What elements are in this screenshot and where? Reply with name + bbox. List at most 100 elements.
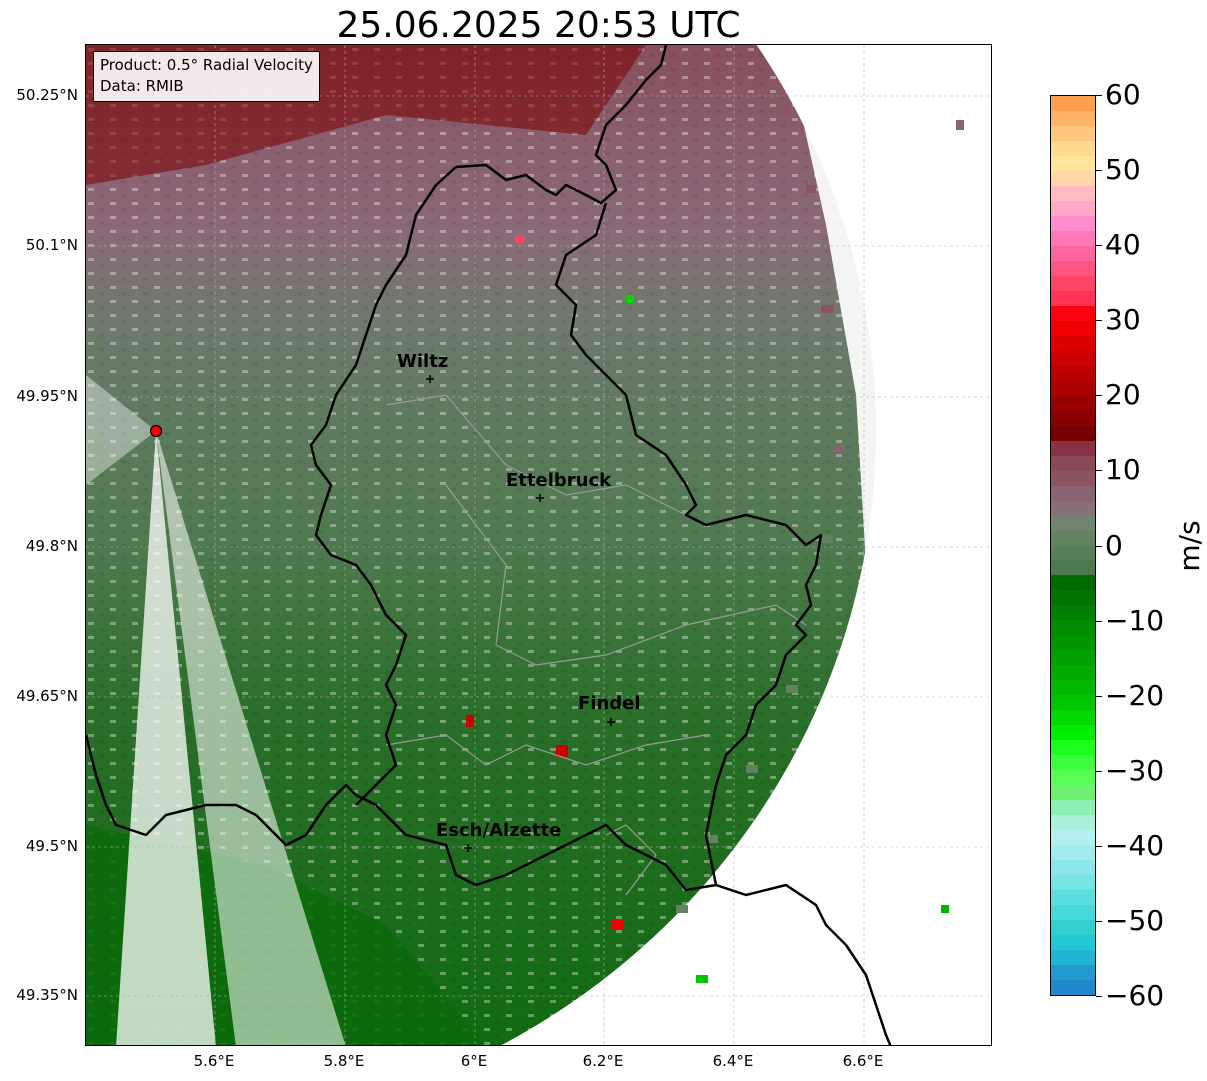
colorbar-tick-label: 40 <box>1105 228 1141 262</box>
colorbar-tick-mark <box>1096 170 1102 172</box>
colorbar-segment <box>1051 140 1095 157</box>
colorbar-segment <box>1051 470 1095 487</box>
colorbar-tick-label: 50 <box>1105 153 1141 187</box>
colorbar-tick-label: −40 <box>1105 828 1165 862</box>
colorbar-tick-label: 20 <box>1105 378 1141 412</box>
colorbar-segment <box>1051 155 1095 172</box>
colorbar-segment <box>1051 665 1095 681</box>
colorbar-segment <box>1051 170 1095 187</box>
colorbar-tick-mark <box>1096 920 1102 922</box>
colorbar-segment <box>1051 905 1095 921</box>
colorbar-tick-label: −50 <box>1105 903 1165 937</box>
colorbar-segment <box>1051 710 1095 726</box>
colorbar-tick-mark <box>1096 545 1102 547</box>
lat-tick-label: 49.65°N <box>16 687 78 705</box>
colorbar-segment <box>1051 680 1095 696</box>
lon-tick-label: 6.4°E <box>712 1052 754 1070</box>
colorbar-segment <box>1051 425 1095 442</box>
colorbar-segment <box>1051 935 1095 951</box>
colorbar-segment <box>1051 365 1095 382</box>
lon-tick-label: 5.8°E <box>323 1052 365 1070</box>
colorbar-tick-label: −60 <box>1105 979 1165 1012</box>
colorbar-tick-mark <box>1096 845 1102 847</box>
lon-tick-label: 6.6°E <box>842 1052 884 1070</box>
colorbar-segment <box>1051 785 1095 801</box>
city-label-wiltz: Wiltz <box>397 351 449 372</box>
city-label-esch-alzette: Esch/Alzette <box>436 820 562 841</box>
colorbar-segment <box>1051 875 1095 891</box>
colorbar-segment <box>1051 860 1095 876</box>
colorbar-tick-mark <box>1096 470 1102 472</box>
lat-tick-label: 49.35°N <box>16 986 78 1004</box>
colorbar-segment <box>1051 530 1095 547</box>
colorbar-segment <box>1051 110 1095 127</box>
colorbar-tick-label: 60 <box>1105 78 1141 111</box>
colorbar-segment <box>1051 275 1095 292</box>
colorbar-segment <box>1051 800 1095 816</box>
colorbar-tick-mark <box>1096 245 1102 247</box>
colorbar-segment <box>1051 515 1095 532</box>
velocity-colorbar <box>1050 95 1096 996</box>
colorbar-segment <box>1051 845 1095 861</box>
colorbar-tick-mark <box>1096 620 1102 622</box>
colorbar-segment <box>1051 290 1095 307</box>
colorbar-segment <box>1051 440 1095 457</box>
lon-tick-label: 6.2°E <box>582 1052 624 1070</box>
radar-map[interactable] <box>85 44 992 1046</box>
colorbar-segment <box>1051 96 1095 112</box>
colorbar-segment <box>1051 620 1095 636</box>
colorbar-segment <box>1051 410 1095 427</box>
lat-tick-label: 50.1°N <box>25 236 78 254</box>
colorbar-segment <box>1051 185 1095 202</box>
colorbar-segment <box>1051 575 1095 592</box>
colorbar-segment <box>1051 350 1095 367</box>
colorbar-segment <box>1051 590 1095 607</box>
colorbar-tick-mark <box>1096 95 1102 96</box>
colorbar-tick-mark <box>1096 695 1102 697</box>
colorbar-segment <box>1051 650 1095 666</box>
colorbar-segment <box>1051 215 1095 232</box>
colorbar-segment <box>1051 965 1095 981</box>
colorbar-segment <box>1051 545 1095 562</box>
colorbar-segment <box>1051 335 1095 352</box>
colorbar-segment <box>1051 695 1095 711</box>
colorbar-segment <box>1051 890 1095 906</box>
lat-tick-label: 50.25°N <box>16 86 78 104</box>
colorbar-segment <box>1051 200 1095 217</box>
colorbar-tick-mark <box>1096 770 1102 772</box>
colorbar-segment <box>1051 500 1095 517</box>
colorbar-unit-label: m/s <box>1173 520 1206 572</box>
colorbar-segment <box>1051 830 1095 846</box>
colorbar-tick-label: −30 <box>1105 753 1165 787</box>
data-source-label: Data: RMIB <box>100 77 184 95</box>
colorbar-tick-label: 10 <box>1105 453 1141 487</box>
colorbar-segment <box>1051 770 1095 786</box>
colorbar-segment <box>1051 920 1095 936</box>
colorbar-segment <box>1051 395 1095 412</box>
colorbar-tick-label: −10 <box>1105 603 1165 637</box>
colorbar-segment <box>1051 455 1095 472</box>
colorbar-segment <box>1051 245 1095 262</box>
colorbar-tick-label: 0 <box>1105 528 1123 562</box>
colorbar-tick-label: −20 <box>1105 678 1165 712</box>
colorbar-segment <box>1051 260 1095 277</box>
colorbar-segment <box>1051 755 1095 771</box>
radar-map-canvas <box>86 45 991 1045</box>
colorbar-segment <box>1051 815 1095 831</box>
city-label-findel: Findel <box>578 693 641 714</box>
product-label: Product: 0.5° Radial Velocity <box>100 56 313 74</box>
colorbar-segment <box>1051 635 1095 651</box>
colorbar-segment <box>1051 980 1095 995</box>
colorbar-segment <box>1051 380 1095 397</box>
city-label-ettelbruck: Ettelbruck <box>506 470 612 491</box>
colorbar-tick-label: 30 <box>1105 303 1141 337</box>
colorbar-tick-mark <box>1096 996 1102 997</box>
lat-tick-label: 49.95°N <box>16 387 78 405</box>
colorbar-segment <box>1051 950 1095 966</box>
lon-tick-label: 6°E <box>460 1052 488 1070</box>
colorbar-segment <box>1051 725 1095 741</box>
colorbar-segment <box>1051 230 1095 247</box>
lat-tick-label: 49.8°N <box>25 537 78 555</box>
radar-site-marker <box>149 424 163 438</box>
colorbar-segment <box>1051 605 1095 621</box>
